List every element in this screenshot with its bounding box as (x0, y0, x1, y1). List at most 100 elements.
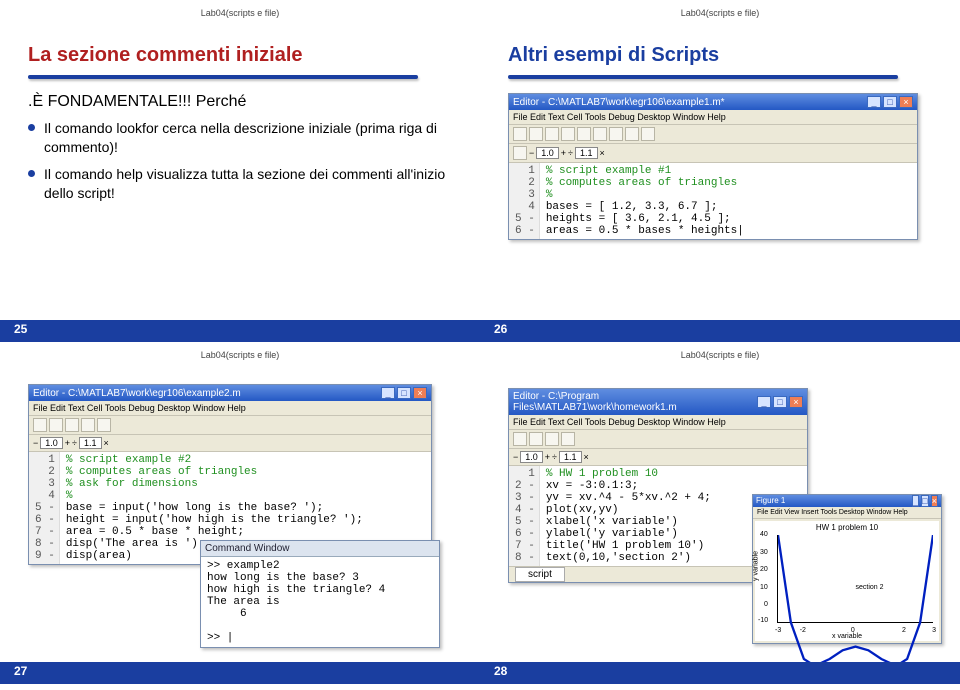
maximize-button[interactable]: □ (883, 96, 897, 108)
code-lines[interactable]: % HW 1 problem 10 xv = -3:0.1:3; yv = xv… (540, 466, 717, 566)
save-icon[interactable] (545, 432, 559, 446)
matlab-editor-window: Editor - C:\MATLAB7\work\egr106\example1… (508, 93, 918, 240)
new-file-icon[interactable] (513, 432, 527, 446)
step-field-2[interactable]: 1.1 (575, 147, 598, 159)
command-window-body[interactable]: >> example2 how long is the base? 3 how … (201, 557, 439, 647)
slide-28: Lab04(scripts e file) Editor - C:\Progra… (480, 342, 960, 684)
save-icon[interactable] (65, 418, 79, 432)
step-field-2[interactable]: 1.1 (559, 451, 582, 463)
run-icon[interactable] (561, 432, 575, 446)
plot-axes: 40 30 20 10 0 -10 -3 -2 0 2 3 section 2 (777, 535, 933, 623)
editor-toolbar[interactable] (509, 430, 807, 449)
print-icon[interactable] (81, 418, 95, 432)
plot-series-line (778, 535, 933, 666)
slide-header: Lab04(scripts e file) (480, 8, 960, 18)
editor-menubar[interactable]: File Edit Text Cell Tools Debug Desktop … (29, 401, 431, 416)
page-footer: 27 (0, 662, 480, 684)
cut-icon[interactable] (561, 127, 575, 141)
editor-titlebar[interactable]: Editor - C:\Program Files\MATLAB71\work\… (509, 389, 807, 415)
ytick-30: 30 (760, 549, 768, 556)
close-button[interactable]: × (413, 387, 427, 399)
new-file-icon[interactable] (33, 418, 47, 432)
editor-toolbar-2[interactable]: − 1.0 + ÷ 1.1 × (509, 449, 807, 466)
editor-menubar[interactable]: File Edit Text Cell Tools Debug Desktop … (509, 415, 807, 430)
command-window-title[interactable]: Command Window (201, 541, 439, 557)
minus-icon[interactable]: − (33, 438, 38, 448)
figure-plot: HW 1 problem 10 y variable x variable 40… (755, 521, 939, 641)
line-gutter: 1 2 3 4 5 - 6 - (509, 163, 540, 239)
find-icon[interactable] (625, 127, 639, 141)
run-icon[interactable] (97, 418, 111, 432)
copy-icon[interactable] (577, 127, 591, 141)
slide25-title: La sezione commenti iniziale (28, 44, 452, 67)
step-field-1[interactable]: 1.0 (40, 437, 63, 449)
maximize-button[interactable]: □ (773, 396, 787, 408)
step-field-2[interactable]: 1.1 (79, 437, 102, 449)
plus-icon[interactable]: + (545, 452, 550, 462)
xtick-neg2: -2 (800, 627, 806, 634)
paste-icon[interactable] (593, 127, 607, 141)
line-gutter: 1 2 - 3 - 4 - 5 - 6 - 7 - 8 - (509, 466, 540, 566)
bullet-lookfor: Il comando lookfor cerca nella descrizio… (28, 119, 452, 157)
editor-toolbar-2[interactable]: − 1.0 + ÷ 1.1 × (509, 144, 917, 163)
xtick-2: 2 (902, 627, 906, 634)
step-field-1[interactable]: 1.0 (520, 451, 543, 463)
ytick-20: 20 (760, 566, 768, 573)
editor-toolbar[interactable] (509, 125, 917, 144)
minimize-button[interactable]: _ (867, 96, 881, 108)
editor-menubar[interactable]: File Edit Text Cell Tools Debug Desktop … (509, 110, 917, 125)
times-icon[interactable]: × (104, 438, 109, 448)
open-file-icon[interactable] (49, 418, 63, 432)
divide-icon[interactable]: ÷ (72, 438, 77, 448)
minimize-button[interactable]: _ (912, 495, 919, 507)
open-file-icon[interactable] (529, 127, 543, 141)
bullet-help: Il comando help visualizza tutta la sezi… (28, 165, 452, 203)
xtick-3: 3 (932, 627, 936, 634)
cell-icon[interactable] (513, 146, 527, 160)
editor-tab[interactable]: script (515, 567, 565, 582)
xtick-0: 0 (851, 627, 855, 634)
editor-title: Editor - C:\MATLAB7\work\egr106\example1… (513, 97, 725, 108)
xtick-neg3: -3 (775, 627, 781, 634)
new-file-icon[interactable] (513, 127, 527, 141)
figure-titlebar[interactable]: Figure 1 _ □ × (753, 495, 941, 507)
slide-27: Lab04(scripts e file) Editor - C:\MATLAB… (0, 342, 480, 684)
run-icon[interactable] (641, 127, 655, 141)
slide-header: Lab04(scripts e file) (480, 350, 960, 360)
step-field-1[interactable]: 1.0 (536, 147, 559, 159)
editor-titlebar[interactable]: Editor - C:\MATLAB7\work\egr106\example2… (29, 385, 431, 401)
slide25-subtitle: .È FONDAMENTALE!!! Perché (28, 93, 452, 111)
page-number: 28 (494, 664, 507, 678)
minimize-button[interactable]: _ (381, 387, 395, 399)
code-lines[interactable]: % script example #1 % computes areas of … (540, 163, 750, 239)
close-button[interactable]: × (789, 396, 803, 408)
times-icon[interactable]: × (600, 148, 605, 158)
title-underline (28, 75, 418, 79)
ytick-neg10: -10 (758, 617, 768, 624)
editor-toolbar-2[interactable]: − 1.0 + ÷ 1.1 × (29, 435, 431, 452)
plus-icon[interactable]: + (561, 148, 566, 158)
minimize-button[interactable]: _ (757, 396, 771, 408)
close-button[interactable]: × (931, 495, 938, 507)
slide-26: Lab04(scripts e file) Altri esempi di Sc… (480, 0, 960, 342)
open-file-icon[interactable] (529, 432, 543, 446)
print-icon[interactable] (609, 127, 623, 141)
minus-icon[interactable]: − (513, 452, 518, 462)
figure-menubar[interactable]: File Edit View Insert Tools Desktop Wind… (753, 507, 941, 519)
maximize-button[interactable]: □ (921, 495, 928, 507)
ytick-10: 10 (760, 584, 768, 591)
times-icon[interactable]: × (584, 452, 589, 462)
minus-icon[interactable]: − (529, 148, 534, 158)
editor-titlebar[interactable]: Editor - C:\MATLAB7\work\egr106\example1… (509, 94, 917, 110)
line-gutter: 1 2 3 4 5 - 6 - 7 - 8 - 9 - (29, 452, 60, 564)
close-button[interactable]: × (899, 96, 913, 108)
editor-toolbar[interactable] (29, 416, 431, 435)
code-area[interactable]: 1 2 3 4 5 - 6 - % script example #1 % co… (509, 163, 917, 239)
figure-window: Figure 1 _ □ × File Edit View Insert Too… (752, 494, 942, 644)
plus-icon[interactable]: + (65, 438, 70, 448)
maximize-button[interactable]: □ (397, 387, 411, 399)
divide-icon[interactable]: ÷ (552, 452, 557, 462)
divide-icon[interactable]: ÷ (568, 148, 573, 158)
page-footer: 26 (480, 320, 960, 342)
save-icon[interactable] (545, 127, 559, 141)
